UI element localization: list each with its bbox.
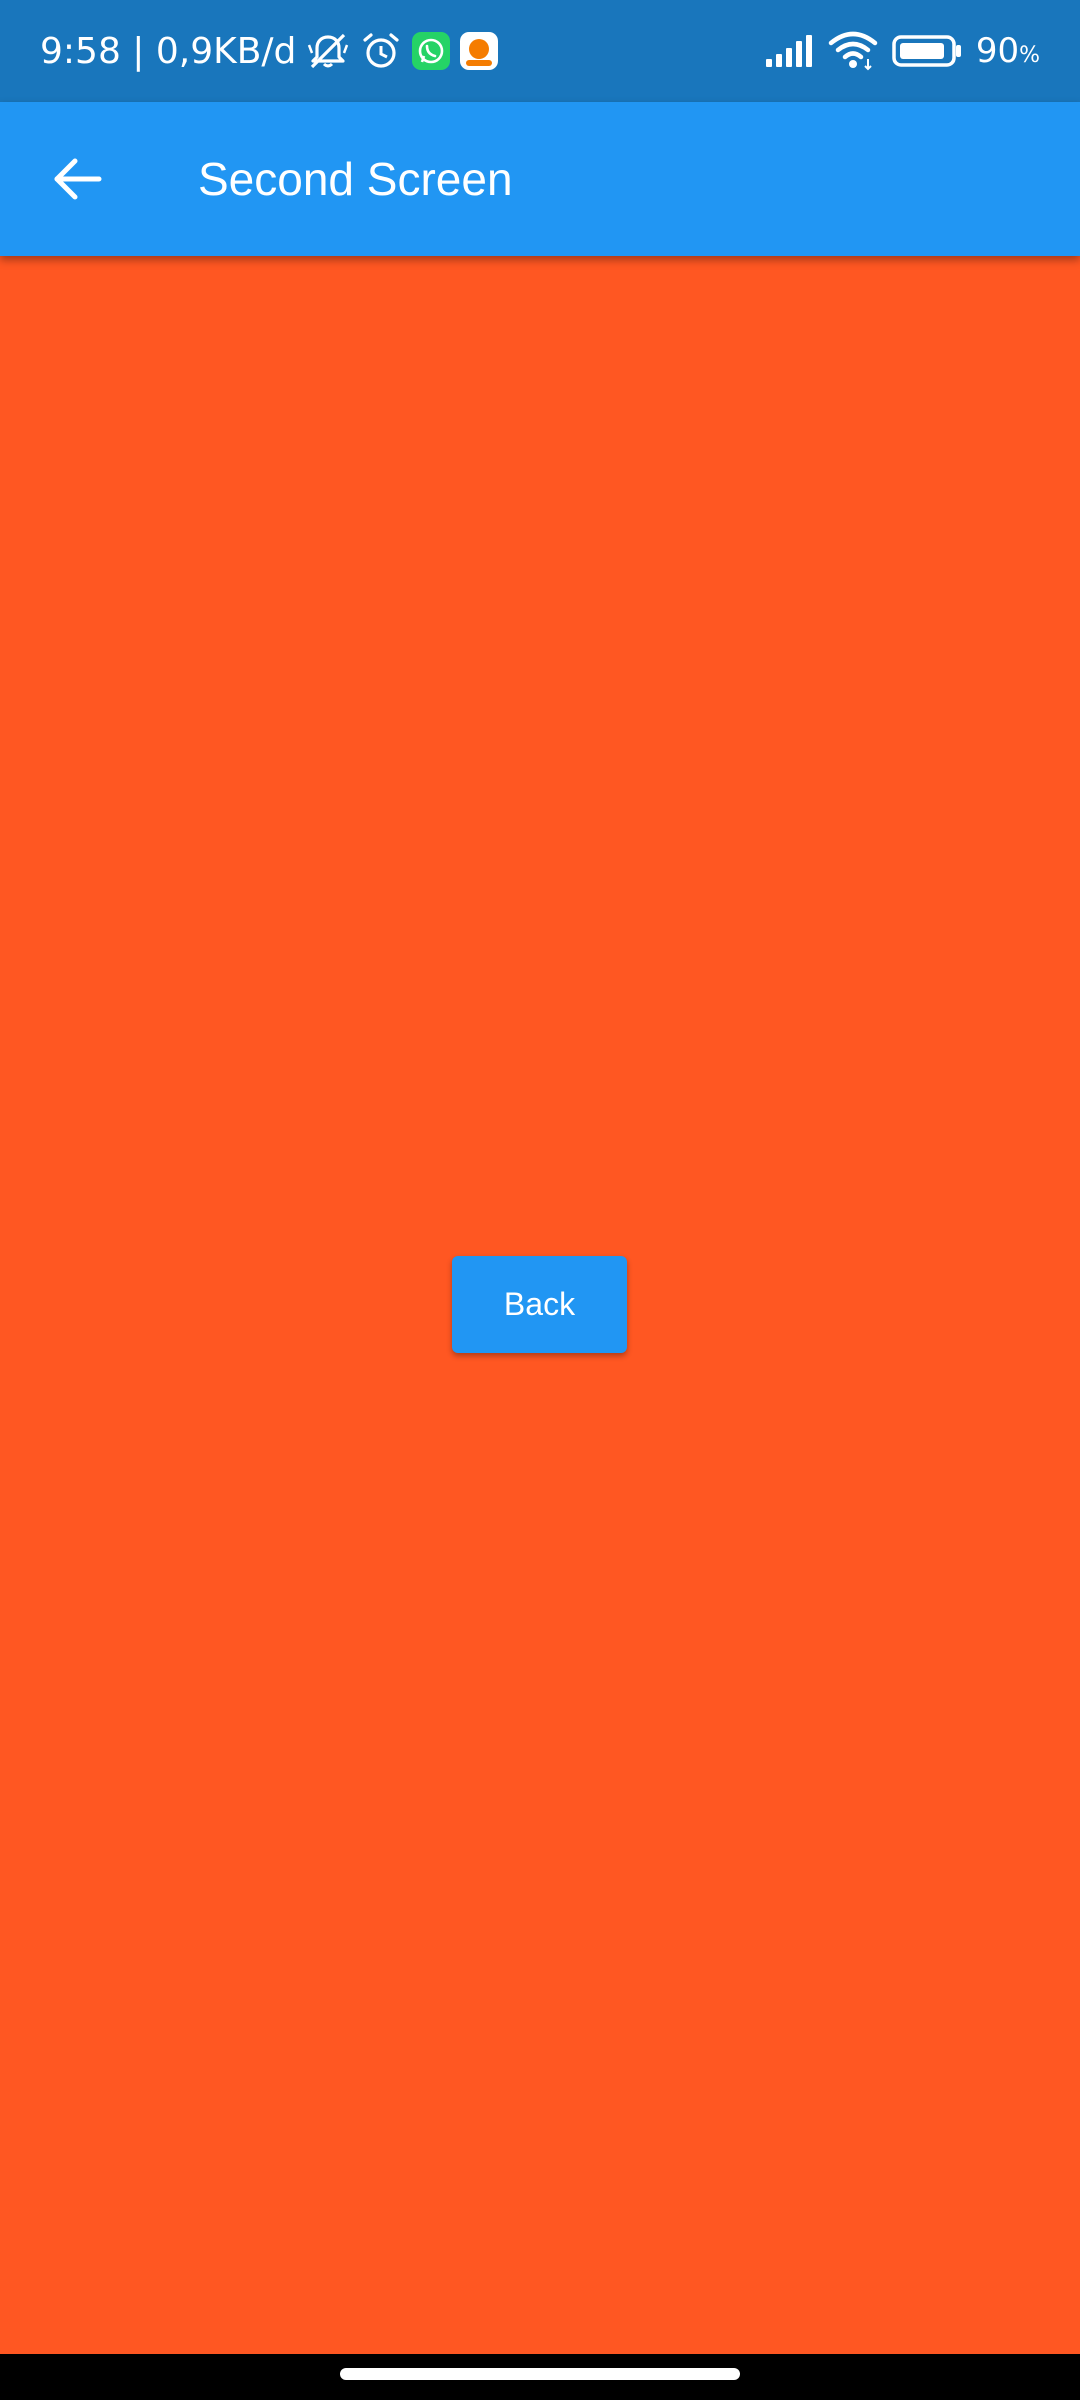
app-bar: Second Screen (0, 102, 1080, 256)
signal-icon (764, 33, 814, 69)
back-button[interactable]: Back (452, 1256, 627, 1353)
arrow-back-icon[interactable] (44, 146, 110, 212)
status-time-speed: 9:58 | 0,9KB/d (40, 30, 297, 72)
battery-icon (892, 33, 962, 69)
whatsapp-icon (412, 32, 451, 70)
home-indicator[interactable] (340, 2368, 740, 2380)
battery-percent: 90% (975, 31, 1040, 71)
mute-bell-icon (306, 31, 350, 71)
alarm-icon (360, 31, 402, 71)
app-notification-icon (460, 32, 499, 70)
wifi-icon (828, 31, 878, 71)
system-nav-bar (0, 2354, 1080, 2400)
status-bar: 9:58 | 0,9KB/d 90% (0, 0, 1080, 102)
status-left: 9:58 | 0,9KB/d (40, 0, 499, 102)
status-right: 90% (764, 0, 1040, 102)
page-title: Second Screen (198, 153, 513, 205)
screen: 9:58 | 0,9KB/d 90% Second Screen Back (0, 0, 1080, 2400)
